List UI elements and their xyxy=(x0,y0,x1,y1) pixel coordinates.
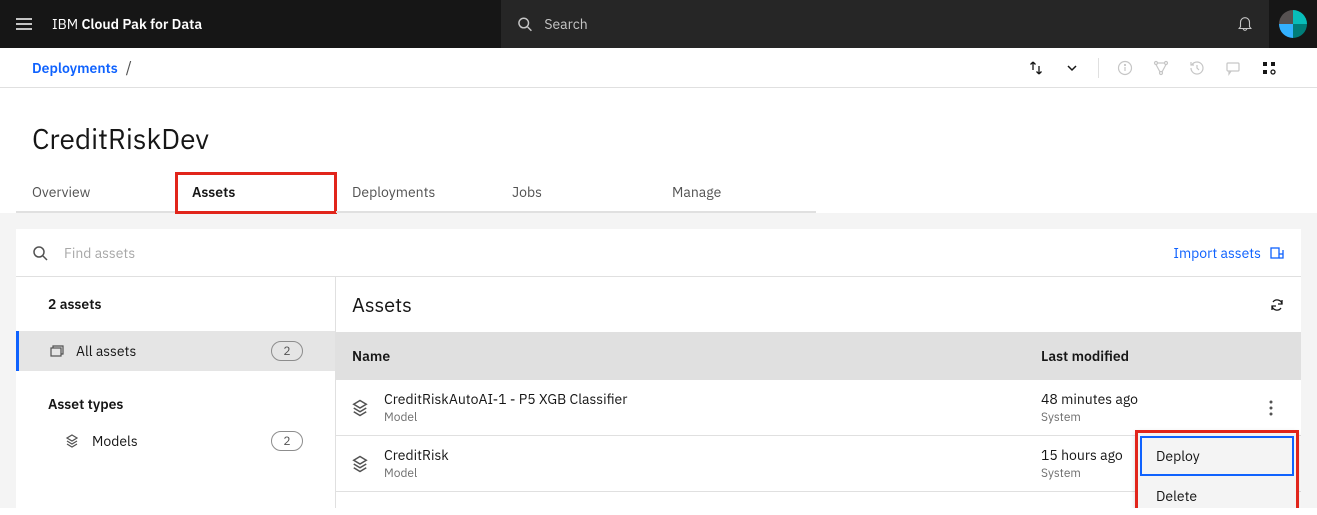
refresh-button[interactable] xyxy=(1269,297,1285,313)
search-icon xyxy=(32,245,48,261)
stack-icon xyxy=(48,343,64,359)
page-header: CreditRiskDev xyxy=(0,88,1317,173)
flow-button[interactable] xyxy=(1145,52,1177,84)
table-header: Name Last modified xyxy=(336,332,1301,380)
page-actions xyxy=(1020,52,1285,84)
info-icon xyxy=(1117,60,1133,76)
bell-icon xyxy=(1236,15,1254,33)
content-area: Import assets 2 assets All assets 2 Asse… xyxy=(0,213,1317,508)
header-actions xyxy=(1221,0,1317,48)
breadcrumb-bar: Deployments / xyxy=(0,48,1317,88)
breadcrumb-separator: / xyxy=(126,58,132,78)
import-export-button[interactable] xyxy=(1020,52,1052,84)
count-badge: 2 xyxy=(271,341,303,361)
info-button[interactable] xyxy=(1109,52,1141,84)
chevron-down-icon xyxy=(1066,62,1078,74)
col-modified-header: Last modified xyxy=(1041,347,1241,365)
modified-time: 48 minutes ago xyxy=(1041,390,1241,408)
assets-sidebar: 2 assets All assets 2 Asset types Models… xyxy=(16,277,336,508)
menu-item-delete[interactable]: Delete xyxy=(1140,476,1294,508)
assets-main-header: Assets xyxy=(336,277,1301,332)
menu-item-deploy[interactable]: Deploy xyxy=(1140,436,1294,476)
col-name-header: Name xyxy=(336,347,1041,365)
avatar-button[interactable] xyxy=(1269,0,1317,48)
global-header: IBM Cloud Pak for Data xyxy=(0,0,1317,48)
page-title: CreditRiskDev xyxy=(32,120,1285,157)
chat-icon xyxy=(1225,60,1241,76)
asset-name-cell: CreditRisk Model xyxy=(384,446,1041,481)
assets-main: Assets Name Last modified CreditRiskAu xyxy=(336,277,1301,508)
tab-deployments[interactable]: Deployments xyxy=(336,173,496,213)
sidebar-item-label: All assets xyxy=(76,342,136,360)
tab-assets[interactable]: Assets xyxy=(176,173,336,213)
tab-jobs[interactable]: Jobs xyxy=(496,173,656,213)
modified-cell: 48 minutes ago System xyxy=(1041,390,1241,425)
refresh-icon xyxy=(1269,297,1285,313)
overflow-icon xyxy=(1269,400,1273,416)
row-overflow-button[interactable] xyxy=(1255,392,1287,424)
asset-name[interactable]: CreditRisk xyxy=(384,446,1041,464)
assets-panel: Import assets 2 assets All assets 2 Asse… xyxy=(16,229,1301,508)
chat-button[interactable] xyxy=(1217,52,1249,84)
assets-title: Assets xyxy=(352,291,412,318)
import-export-dropdown[interactable] xyxy=(1056,52,1088,84)
model-icon xyxy=(64,433,80,449)
import-assets-link[interactable]: Import assets xyxy=(1173,244,1285,262)
asset-type-icon-cell xyxy=(336,398,384,418)
global-search[interactable] xyxy=(501,0,1221,48)
sidebar-item-label: Models xyxy=(92,432,138,450)
history-button[interactable] xyxy=(1181,52,1213,84)
tab-overview[interactable]: Overview xyxy=(16,173,176,213)
notifications-button[interactable] xyxy=(1221,0,1269,48)
assets-count: 2 assets xyxy=(16,277,335,331)
flow-icon xyxy=(1153,60,1169,76)
find-wrapper xyxy=(32,244,1173,262)
find-assets-input[interactable] xyxy=(64,244,264,262)
search-icon xyxy=(517,16,532,32)
divider xyxy=(1098,58,1099,78)
panel-body: 2 assets All assets 2 Asset types Models… xyxy=(16,277,1301,508)
model-icon xyxy=(350,398,370,418)
history-icon xyxy=(1189,60,1205,76)
asset-name[interactable]: CreditRiskAutoAI-1 - P5 XGB Classifier xyxy=(384,390,1041,408)
asset-type-label: Model xyxy=(384,466,1041,481)
sidebar-item-all-assets[interactable]: All assets 2 xyxy=(16,331,335,371)
row-context-menu: Deploy Delete xyxy=(1137,432,1297,508)
asset-name-cell: CreditRiskAutoAI-1 - P5 XGB Classifier M… xyxy=(384,390,1041,425)
panel-toolbar: Import assets xyxy=(16,229,1301,277)
modified-source: System xyxy=(1041,410,1241,425)
avatar-icon xyxy=(1279,10,1307,38)
hamburger-icon xyxy=(14,14,34,34)
actions-cell xyxy=(1241,392,1301,424)
sidebar-item-models[interactable]: Models 2 xyxy=(16,421,335,461)
count-badge: 2 xyxy=(271,431,303,451)
asset-type-icon-cell xyxy=(336,454,384,474)
search-input[interactable] xyxy=(544,15,1205,33)
table-row[interactable]: CreditRiskAutoAI-1 - P5 XGB Classifier M… xyxy=(336,380,1301,436)
breadcrumb-deployments[interactable]: Deployments xyxy=(32,59,118,77)
menu-button[interactable] xyxy=(0,14,48,34)
settings-button[interactable] xyxy=(1253,52,1285,84)
asset-type-label: Model xyxy=(384,410,1041,425)
import-assets-label: Import assets xyxy=(1173,244,1261,262)
settings-icon xyxy=(1261,60,1277,76)
brand-label: IBM Cloud Pak for Data xyxy=(52,15,202,33)
model-icon xyxy=(350,454,370,474)
tab-bar: Overview Assets Deployments Jobs Manage xyxy=(0,173,1317,213)
import-export-icon xyxy=(1028,60,1044,76)
tab-manage[interactable]: Manage xyxy=(656,173,816,213)
asset-types-heading: Asset types xyxy=(16,371,335,421)
import-icon xyxy=(1269,245,1285,261)
